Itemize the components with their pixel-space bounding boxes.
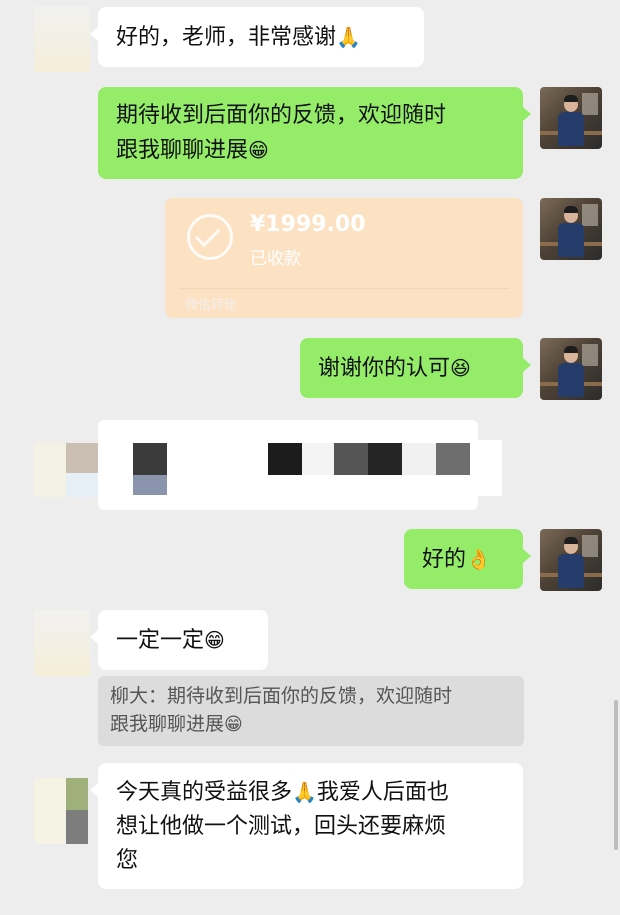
pixel-block — [368, 443, 402, 475]
message-text-line: 期待收到后面你的反馈，欢迎随时 — [116, 103, 447, 128]
contact-avatar[interactable] — [34, 6, 90, 72]
my-avatar[interactable] — [540, 338, 602, 400]
message-text-line: 跟我聊聊进展 — [116, 138, 249, 163]
message-text: 好的，老师，非常感谢 — [116, 25, 337, 50]
redacted-avatar-block — [66, 473, 100, 497]
pixel-block — [133, 443, 167, 475]
my-avatar[interactable] — [540, 87, 602, 149]
message-text-line: 今天真的受益很多 — [116, 780, 293, 805]
message-text-line: 我爱人后面也 — [316, 780, 449, 805]
grin-emoji-icon: 😁 — [224, 714, 243, 735]
pixel-block — [436, 443, 470, 475]
contact-avatar[interactable] — [34, 778, 66, 844]
redacted-avatar-block — [66, 810, 88, 844]
redacted-avatar-block — [66, 443, 100, 473]
contact-avatar[interactable] — [34, 610, 90, 676]
message-bubble-sent[interactable]: 期待收到后面你的反馈，欢迎随时 跟我聊聊进展😁 — [98, 87, 531, 179]
transfer-amount: ¥1999.00 — [250, 212, 366, 237]
grin-emoji-icon: 😁 — [248, 138, 269, 162]
laugh-emoji-icon: 😆 — [450, 356, 471, 380]
redacted-message-block — [478, 440, 502, 496]
message-text-line: 想让他做一个测试，回头还要麻烦 — [116, 814, 447, 839]
quote-text-line: 跟我聊聊进展 — [110, 713, 225, 735]
message-bubble-received[interactable]: 好的，老师，非常感谢🙏 — [90, 7, 424, 67]
contact-avatar-redacted[interactable] — [34, 443, 66, 497]
transfer-source-label: 微信转账 — [185, 298, 238, 313]
pray-emoji-icon: 🙏 — [292, 780, 317, 804]
quoted-reference[interactable]: 柳大：期待收到后面你的反馈，欢迎随时 跟我聊聊进展😁 — [98, 676, 524, 746]
transfer-divider — [179, 288, 509, 289]
my-avatar[interactable] — [540, 529, 602, 591]
message-text-line: 您 — [116, 848, 139, 873]
pixel-block — [302, 443, 334, 475]
message-text: 谢谢你的认可 — [318, 356, 451, 381]
transfer-status: 已收款 — [250, 249, 301, 269]
my-avatar[interactable] — [540, 198, 602, 260]
message-bubble-received[interactable]: 今天真的受益很多🙏我爱人后面也 想让他做一个测试，回头还要麻烦 您 — [90, 763, 523, 889]
quote-text-line: 柳大：期待收到后面你的反馈，欢迎随时 — [110, 685, 453, 707]
ok-hand-emoji-icon: 👌 — [466, 547, 491, 571]
pray-emoji-icon: 🙏 — [336, 25, 361, 49]
check-circle-icon — [187, 214, 233, 260]
wechat-transfer-card[interactable]: ¥1999.00 已收款 微信转账 — [165, 198, 523, 318]
message-text: 好的 — [422, 547, 467, 572]
redacted-avatar-block — [66, 778, 88, 810]
pixel-block — [133, 475, 167, 495]
message-bubble-received[interactable]: 一定一定😁 — [90, 610, 268, 670]
scrollbar[interactable] — [614, 700, 618, 850]
message-bubble-sent[interactable]: 好的👌 — [404, 529, 531, 589]
message-text: 一定一定 — [116, 628, 205, 653]
pixel-block — [402, 443, 436, 475]
message-bubble-sent[interactable]: 谢谢你的认可😆 — [300, 338, 531, 398]
grin-emoji-icon: 😁 — [204, 628, 225, 652]
pixel-block — [334, 443, 368, 475]
pixel-block — [268, 443, 302, 475]
